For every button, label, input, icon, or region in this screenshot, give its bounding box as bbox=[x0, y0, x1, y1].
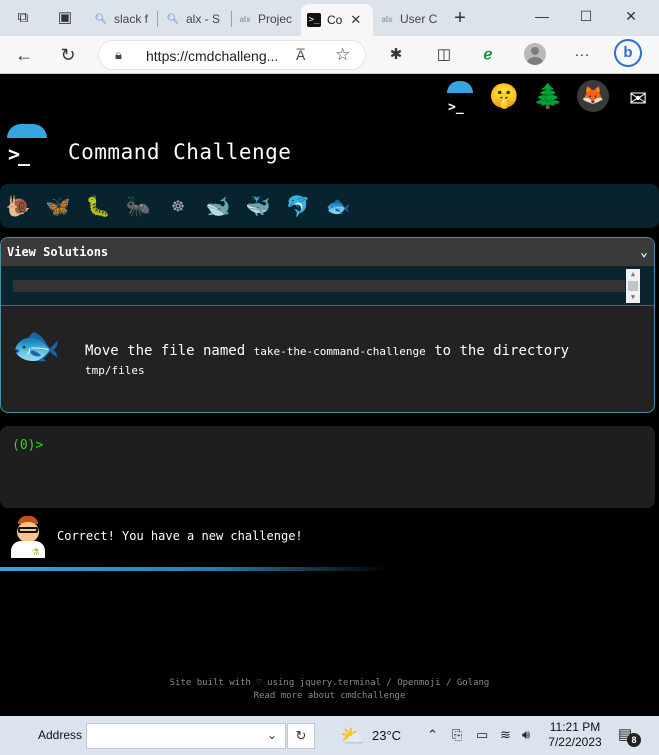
scroll-down-icon[interactable]: ▼ bbox=[626, 292, 640, 303]
gitlab-icon[interactable]: 🦊 bbox=[577, 80, 609, 112]
tab-label: slack f bbox=[114, 12, 149, 26]
url-text: https://cmdchalleng... bbox=[146, 48, 279, 64]
close-icon[interactable]: ✕ bbox=[350, 12, 361, 28]
butterfly-icon[interactable]: 🦋 bbox=[44, 192, 72, 220]
clock-date: 7/22/2023 bbox=[548, 735, 602, 749]
clock[interactable]: 11:21 PM 7/22/2023 bbox=[548, 720, 602, 750]
page-content: >_ 🤫 🌲 🦊 ✉ >_ Command Challenge 🐌 🦋 🐛 🐜 … bbox=[0, 74, 659, 716]
scroll-up-icon[interactable]: ▲ bbox=[626, 269, 640, 280]
chevron-up-icon[interactable]: ⌃ bbox=[427, 727, 438, 743]
workspaces-icon[interactable]: ⧉ bbox=[14, 9, 32, 27]
page-title: Command Challenge bbox=[68, 140, 292, 164]
meet-icon[interactable]: ⎘ bbox=[452, 727, 462, 743]
fish-icon[interactable]: 🐟 bbox=[324, 192, 352, 220]
wifi-icon[interactable]: ≋ bbox=[500, 727, 511, 743]
taskbar: Address ⌄ ↻ ⛅ 23°C ⌃ ⎘ ▭ ≋ 🔊︎ 11:21 PM 7… bbox=[0, 716, 659, 755]
lock-icon[interactable]: 🔒︎ bbox=[115, 47, 122, 63]
whale-icon[interactable]: 🐳 bbox=[244, 192, 272, 220]
scientist-avatar-icon: ⚗ bbox=[8, 516, 48, 560]
scrollbar[interactable]: ▲ ▼ bbox=[626, 269, 640, 303]
challenge-text-before: Move the file named bbox=[85, 343, 254, 359]
tab-actions-icon[interactable]: ▣ bbox=[56, 9, 74, 27]
more-options-icon[interactable]: ··· bbox=[571, 44, 593, 66]
logo-icon: >_ bbox=[4, 124, 48, 168]
notification-icon[interactable]: ▤ 8 bbox=[618, 725, 641, 747]
edge-collections-icon[interactable]: ℯ bbox=[477, 44, 499, 66]
shushing-face-icon[interactable]: 🤫 bbox=[489, 81, 519, 111]
tab-label: Projec bbox=[258, 12, 293, 26]
chevron-down-icon[interactable]: ⌄ bbox=[267, 728, 277, 742]
tab-label: User C bbox=[400, 12, 438, 26]
tab-alx-search[interactable]: 🔍︎ alx - S bbox=[160, 5, 232, 33]
notification-badge: 8 bbox=[627, 733, 641, 747]
alx-favicon-icon: alx bbox=[239, 14, 251, 24]
worm-icon[interactable]: 🐛 bbox=[84, 192, 112, 220]
chevron-down-icon[interactable]: ⌄ bbox=[640, 245, 648, 260]
snail-icon[interactable]: 🐌 bbox=[4, 192, 32, 220]
tab-project[interactable]: alx Projec bbox=[232, 5, 300, 33]
solutions-box: ▲ ▼ bbox=[1, 266, 654, 306]
tab-command-challenge[interactable]: >_ Co ✕ bbox=[301, 4, 373, 36]
terminal-prompt: (0)> bbox=[12, 438, 44, 453]
top-icon-row: >_ 🤫 🌲 🦊 ✉ bbox=[445, 78, 653, 115]
search-icon: 🔍︎ bbox=[94, 13, 108, 25]
tab-label: Co bbox=[327, 13, 343, 27]
terminal-icon[interactable]: >_ bbox=[445, 81, 475, 115]
close-window-icon[interactable]: ✕ bbox=[619, 6, 643, 26]
search-icon: 🔍︎ bbox=[166, 13, 180, 25]
terminal[interactable]: (0)> bbox=[0, 426, 655, 508]
progress-bar bbox=[0, 567, 390, 571]
dolphin-icon[interactable]: 🐬 bbox=[284, 192, 312, 220]
back-icon[interactable]: ← bbox=[13, 44, 35, 66]
fish-icon: 🐟 bbox=[11, 323, 61, 369]
terminal-icon: >_ bbox=[307, 13, 321, 27]
challenge-text-middle: to the directory bbox=[425, 343, 570, 359]
tab-slack[interactable]: 🔍︎ slack f bbox=[88, 5, 158, 33]
taskbar-go-icon[interactable]: ↻ bbox=[287, 723, 315, 749]
view-solutions-label: View Solutions bbox=[7, 245, 109, 259]
level-bar: 🐌 🦋 🐛 🐜 ☸ 🐋 🐳 🐬 🐟 bbox=[0, 184, 659, 228]
footer-credits: Site built with ♡ using jquery.terminal … bbox=[169, 678, 490, 688]
new-tab-button[interactable]: + bbox=[451, 8, 469, 28]
volume-icon[interactable]: 🔊︎ bbox=[522, 727, 530, 743]
extensions-icon[interactable]: ✱ bbox=[385, 44, 407, 66]
refresh-icon[interactable]: ↻ bbox=[57, 44, 79, 66]
minimize-icon[interactable]: — bbox=[530, 6, 554, 26]
tab-user[interactable]: alx User C bbox=[374, 5, 442, 33]
footer-read-more-link[interactable]: Read more about cmdchallenge bbox=[0, 690, 659, 703]
taskbar-address-label: Address bbox=[38, 728, 83, 742]
ant-icon[interactable]: 🐜 bbox=[124, 192, 152, 220]
split-screen-icon[interactable]: ◫ bbox=[433, 44, 455, 66]
challenge-directory: tmp/files bbox=[85, 364, 145, 377]
whale-icon[interactable]: 🐋 bbox=[204, 192, 232, 220]
mail-icon[interactable]: ✉ bbox=[623, 81, 653, 111]
challenge-panel: View Solutions ⌄ ▲ ▼ 🐟 Move the file nam… bbox=[0, 237, 655, 413]
challenge-text: Move the file named take-the-command-cha… bbox=[85, 342, 625, 380]
alx-favicon-icon: alx bbox=[381, 14, 393, 24]
clock-time: 11:21 PM bbox=[549, 720, 601, 734]
battery-icon[interactable]: ▭ bbox=[476, 727, 488, 743]
tab-bar: ⧉ ▣ 🔍︎ slack f 🔍︎ alx - S alx Projec >_ … bbox=[0, 0, 659, 36]
url-field[interactable]: 🔒︎ https://cmdchalleng... A̅ ☆ bbox=[98, 40, 366, 70]
favorite-star-icon[interactable]: ☆ bbox=[335, 45, 350, 65]
challenge-description: 🐟 Move the file named take-the-command-c… bbox=[1, 306, 654, 412]
feedback-message: Correct! You have a new challenge! bbox=[57, 529, 303, 543]
weather-icon[interactable]: ⛅ bbox=[340, 724, 365, 749]
address-bar: ← ↻ 🔒︎ https://cmdchalleng... A̅ ☆ ✱ ◫ ℯ… bbox=[0, 36, 659, 74]
tab-label: alx - S bbox=[186, 12, 221, 26]
solution-placeholder bbox=[13, 280, 625, 292]
footer: Site built with ♡ using jquery.terminal … bbox=[0, 677, 659, 703]
challenge-filename: take-the-command-challenge bbox=[253, 345, 426, 358]
bing-chat-icon[interactable]: b bbox=[614, 39, 642, 67]
taskbar-address-input[interactable]: ⌄ bbox=[86, 723, 286, 749]
read-aloud-icon[interactable]: A̅ bbox=[296, 47, 305, 63]
scroll-thumb[interactable] bbox=[628, 281, 638, 291]
maximize-icon[interactable]: ☐ bbox=[574, 6, 598, 26]
profile-avatar[interactable] bbox=[524, 43, 546, 65]
tree-icon[interactable]: 🌲 bbox=[533, 81, 563, 111]
view-solutions-toggle[interactable]: View Solutions ⌄ bbox=[1, 238, 654, 266]
temperature[interactable]: 23°C bbox=[372, 728, 401, 743]
helm-icon[interactable]: ☸ bbox=[164, 192, 192, 220]
